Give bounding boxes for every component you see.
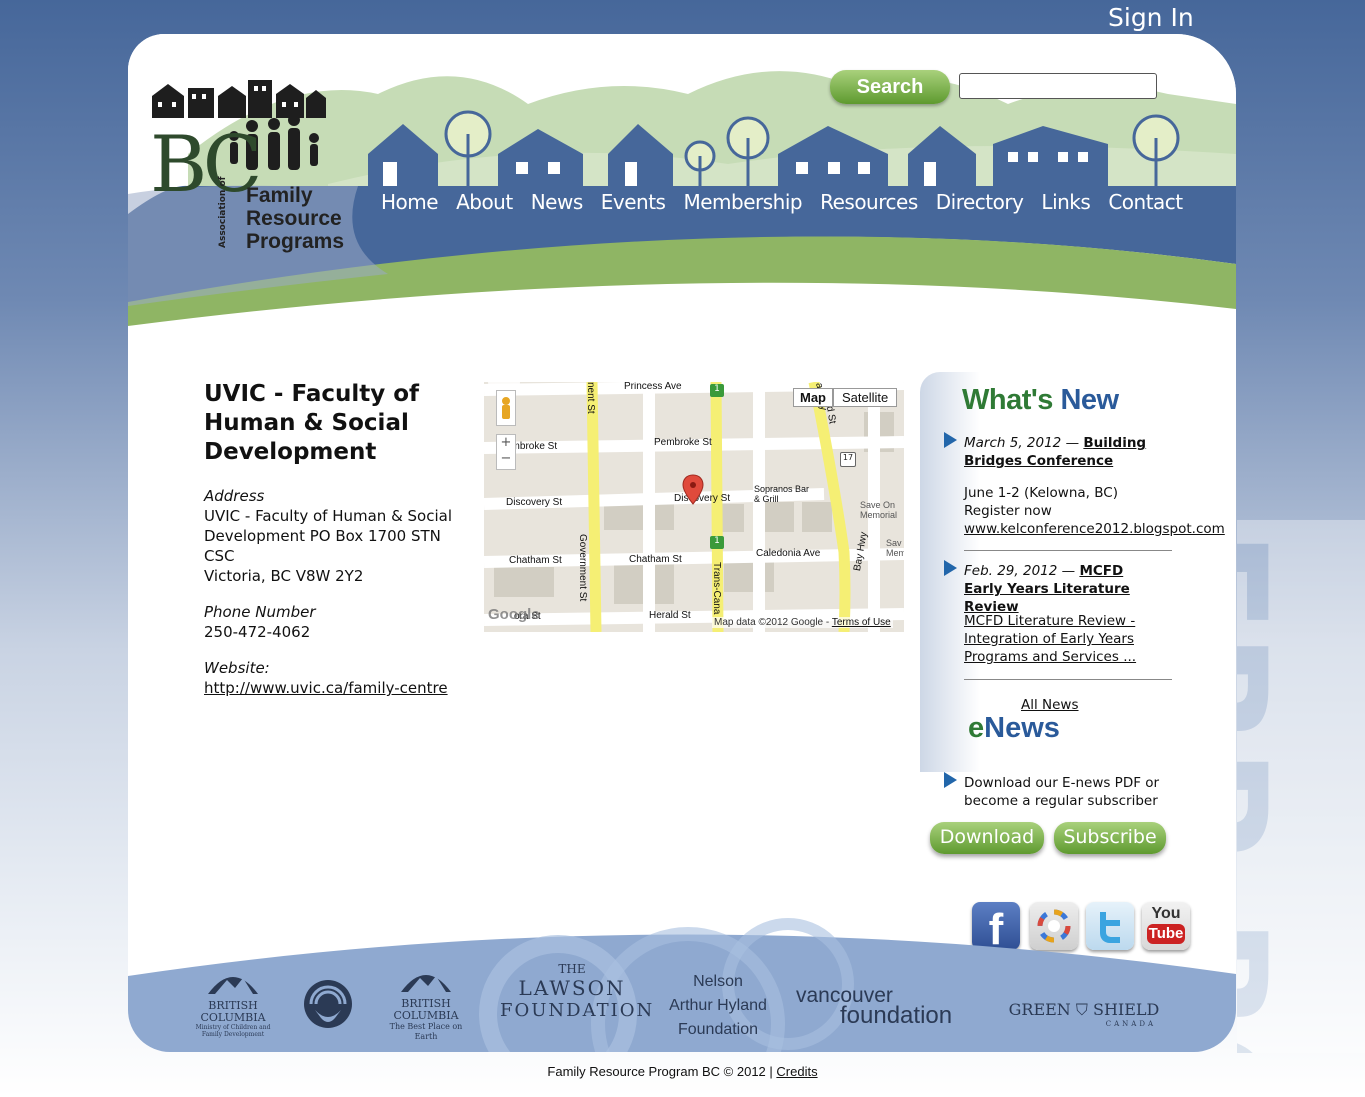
street-trans-canada: Trans-Cana — [711, 562, 722, 615]
news-arrow-icon — [944, 432, 957, 448]
frp-bc-logo[interactable]: BC Association of Family Resource Progra… — [150, 78, 350, 308]
street-herald: Herald St — [649, 610, 691, 621]
google-map[interactable]: Princess Ave embroke St Pembroke St Disc… — [484, 382, 904, 632]
sign-in-link[interactable]: Sign In — [1108, 3, 1194, 32]
logo-name: Family Resource Programs — [246, 184, 345, 253]
map-type-satellite[interactable]: Satellite — [833, 388, 898, 407]
street-chatham-left: Chatham St — [509, 555, 562, 566]
news-divider — [964, 550, 1172, 551]
sponsor-lawson-foundation[interactable]: THE LAWSON FOUNDATION — [500, 962, 652, 1021]
united-way-logo-icon — [304, 980, 352, 1028]
page-title: UVIC - Faculty of Human & Social Develop… — [204, 381, 420, 465]
sponsor-bc-best-place[interactable]: BRITISH COLUMBIA The Best Place on Earth — [382, 966, 470, 1042]
map-pan-control[interactable] — [488, 382, 520, 390]
pegman-control[interactable] — [496, 390, 516, 426]
google-logo[interactable]: Google — [488, 606, 540, 623]
whats-new-sidebar: What's New March 5, 2012 — Building Brid… — [920, 372, 1225, 872]
news-2-link[interactable]: MCFD Literature Review - Integration of … — [964, 613, 1136, 665]
sponsor-nelson-arthur-hyland[interactable]: Nelson Arthur Hyland Foundation — [668, 970, 768, 1042]
street-government: Government St — [577, 534, 588, 602]
download-button[interactable]: Download — [930, 822, 1044, 854]
address-line-2: Development PO Box 1700 STN CSC — [204, 527, 441, 565]
credits-link[interactable]: Credits — [776, 1064, 817, 1079]
address-line-1: UVIC - Faculty of Human & Social — [204, 507, 453, 525]
nav-contact[interactable]: Contact — [1099, 190, 1191, 214]
highway-shield-2: 1 — [710, 536, 724, 549]
street-princess: Princess Ave — [624, 382, 682, 392]
poi-save-on[interactable]: Save On Memorial — [860, 500, 904, 520]
phone-label: Phone Number — [204, 603, 316, 621]
map-type-control: Map Satellite — [793, 388, 898, 407]
street-chatham: Chatham St — [629, 554, 682, 565]
zoom-control: + − — [496, 434, 516, 470]
main-nav: Home About News Events Membership Resour… — [372, 190, 1192, 214]
pegman-icon — [502, 397, 510, 419]
news-2-date: Feb. 29, 2012 — [964, 563, 1058, 579]
zoom-in-button[interactable]: + — [497, 435, 515, 451]
sponsor-united-way[interactable] — [300, 978, 356, 1028]
sponsor-vancouver-foundation[interactable]: vancouver foundation — [796, 984, 978, 1030]
footer-copyright: Family Resource Program BC © 2012 | — [547, 1064, 777, 1079]
contact-info: Address UVIC - Faculty of Human & Social… — [204, 486, 474, 714]
address-line-3: Victoria, BC V8W 2Y2 — [204, 567, 364, 585]
news-1-link[interactable]: www.kelconference2012.blogspot.com — [964, 521, 1225, 537]
bc-crest-icon — [208, 977, 258, 994]
nav-home[interactable]: Home — [372, 190, 447, 214]
street-discovery-left: Discovery St — [506, 497, 563, 508]
highway-shield-17: 17 — [840, 452, 856, 467]
nav-directory[interactable]: Directory — [927, 190, 1033, 214]
watermark: FRP-BC — [1237, 520, 1365, 1053]
bc-crest-icon — [401, 975, 451, 992]
nav-news[interactable]: News — [522, 190, 592, 214]
website-link[interactable]: http://www.uvic.ca/family-centre — [204, 679, 448, 697]
news-1-date: March 5, 2012 — [964, 435, 1062, 451]
logo-association: Association of — [218, 176, 228, 248]
news-arrow-icon — [944, 560, 957, 576]
phone-number: 250-472-4062 — [204, 623, 311, 641]
poi-sav[interactable]: Sav Mem — [886, 538, 904, 558]
nav-events[interactable]: Events — [592, 190, 675, 214]
street-caledonia: Caledonia Ave — [756, 548, 821, 559]
news-item-1: March 5, 2012 — Building Bridges Confere… — [964, 435, 1147, 469]
enews-arrow-icon — [944, 772, 957, 788]
footer: Family Resource Program BC © 2012 | Cred… — [0, 1064, 1365, 1079]
nav-about[interactable]: About — [447, 190, 522, 214]
nav-resources[interactable]: Resources — [811, 190, 927, 214]
news-2-body: MCFD Literature Review - Integration of … — [964, 612, 1140, 666]
enews-title: eNews — [968, 712, 1060, 744]
map-marker-icon[interactable] — [682, 474, 704, 506]
map-attribution: Map data ©2012 Google - Terms of Use — [712, 617, 893, 628]
news-divider — [964, 679, 1172, 680]
page-container: BC Association of Family Resource Progra… — [128, 34, 1236, 1052]
enews-description: Download our E-news PDF or become a regu… — [964, 775, 1160, 809]
news-item-2: Feb. 29, 2012 — MCFD Early Years Literat… — [964, 563, 1130, 615]
sponsor-bc-mcfd[interactable]: BRITISH COLUMBIA Ministry of Children an… — [192, 968, 274, 1038]
map-type-map[interactable]: Map — [793, 388, 833, 407]
terms-of-use-link[interactable]: Terms of Use — [832, 617, 891, 628]
search-button[interactable]: Search — [830, 70, 950, 104]
highway-shield-1: 1 — [710, 384, 724, 397]
address-label: Address — [204, 487, 265, 505]
zoom-out-button[interactable]: − — [497, 451, 515, 467]
subscribe-button[interactable]: Subscribe — [1054, 822, 1166, 854]
nav-membership[interactable]: Membership — [674, 190, 811, 214]
search-input[interactable] — [959, 73, 1157, 99]
all-news-link[interactable]: All News — [1021, 697, 1079, 713]
street-pembroke: Pembroke St — [654, 437, 712, 448]
whats-new-title: What's New — [962, 384, 1119, 416]
sponsor-green-shield[interactable]: GREEN ⛉ SHIELD CANADA — [1004, 1000, 1164, 1028]
news-1-body: June 1-2 (Kelowna, BC) Register now www.… — [964, 485, 1225, 537]
poi-sopranos[interactable]: Sopranos Bar & Grill — [754, 484, 814, 504]
logo-bc: BC — [150, 120, 262, 210]
website-label: Website: — [204, 659, 270, 677]
nav-links[interactable]: Links — [1032, 190, 1099, 214]
shield-icon: ⛉ — [1075, 1000, 1088, 1019]
street-government-top: nent St — [585, 382, 596, 414]
